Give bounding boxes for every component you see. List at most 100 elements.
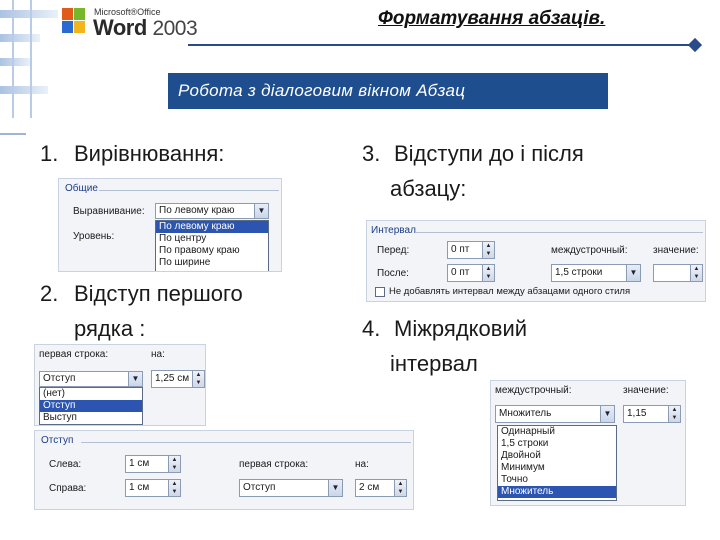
spin-arrows-icon[interactable]: ▲ ▼: [690, 265, 702, 281]
spacing-value-label: значение:: [653, 245, 699, 256]
no-spacing-same-style-checkbox[interactable]: [375, 287, 385, 297]
heading-text: Відступ першого: [74, 281, 243, 306]
spin-arrows-icon[interactable]: ▲ ▼: [394, 480, 406, 496]
level-label: Уровень:: [73, 231, 115, 242]
heading-number: 2.: [40, 281, 59, 306]
heading-number: 4.: [362, 316, 381, 341]
heading-line-spacing-cont: інтервал: [390, 351, 478, 376]
brand-word: Word: [93, 15, 147, 40]
office-logo-icon: [62, 8, 85, 33]
spin-arrows-icon[interactable]: ▲ ▼: [168, 456, 180, 472]
first-line-label: первая строка:: [39, 349, 109, 360]
first-line-options-list[interactable]: (нет) Отступ Выступ: [39, 387, 143, 425]
group-divider: [415, 232, 703, 233]
chevron-down-icon[interactable]: ▼: [600, 406, 614, 422]
spacing-dialog-fragment: Интервал Перед: 0 пт ▲ ▼ После: 0 пт ▲ ▼ м…: [366, 220, 706, 302]
spin-arrows-icon[interactable]: ▲ ▼: [192, 371, 204, 387]
spinner-value: 0 пт: [451, 244, 470, 255]
spacing-before-label: Перед:: [377, 245, 410, 256]
alignment-dropdown-value: По левому краю: [159, 205, 235, 216]
group-title-indent: Отступ: [41, 435, 74, 446]
spinner-value: 1 см: [129, 482, 150, 493]
spin-arrows-icon[interactable]: ▲ ▼: [482, 242, 494, 258]
first-line-dropdown[interactable]: Отступ ▼: [239, 479, 343, 497]
by-label: на:: [151, 349, 165, 360]
decorative-circuit-pattern: [0, 0, 58, 118]
heading-spacing-before-after: 3. Відступи до і після: [362, 140, 584, 168]
first-line-by-spinner[interactable]: 2 см ▲ ▼: [355, 479, 407, 497]
list-option[interactable]: 1,5 строки: [498, 438, 616, 450]
no-spacing-checkbox-label: Не добавлять интервал между абзацами одн…: [389, 286, 631, 297]
list-option[interactable]: Множитель: [498, 486, 616, 498]
list-option[interactable]: По центру: [156, 233, 268, 245]
heading-text: Міжрядковий: [394, 316, 528, 341]
chevron-down-icon[interactable]: ▼: [128, 372, 142, 386]
list-option[interactable]: По ширине: [156, 257, 268, 269]
heading-first-line-indent-cont: рядка :: [74, 316, 146, 341]
list-option[interactable]: Точно: [498, 474, 616, 486]
list-option[interactable]: Выступ: [40, 412, 142, 424]
spacing-before-spinner[interactable]: 0 пт ▲ ▼: [447, 241, 495, 259]
alignment-dropdown[interactable]: По левому краю ▼: [155, 203, 269, 219]
spin-arrows-icon[interactable]: ▲ ▼: [482, 265, 494, 281]
alignment-label: Выравнивание:: [73, 206, 145, 217]
brand-word-text: Word 2003: [93, 15, 198, 41]
list-option[interactable]: По левому краю: [156, 221, 268, 233]
first-line-dialog-fragment: первая строка: на: Отступ ▼ 1,25 см ▲ ▼ (…: [34, 344, 206, 426]
line-spacing-options-list[interactable]: Одинарный 1,5 строки Двойной Минимум Точ…: [497, 425, 617, 501]
first-line-dropdown[interactable]: Отступ ▼: [39, 371, 143, 387]
line-spacing-dialog-fragment: междустрочный: значение: Множитель ▼ 1,1…: [490, 380, 686, 506]
right-indent-label: Справа:: [49, 483, 87, 494]
line-spacing-label: междустрочный:: [495, 385, 572, 396]
topic-banner: Робота з діалоговим вікном Абзац: [168, 73, 608, 109]
group-divider: [81, 442, 411, 443]
list-option[interactable]: Двойной: [498, 450, 616, 462]
spin-arrows-icon[interactable]: ▲ ▼: [668, 406, 680, 422]
line-spacing-dropdown-value: Множитель: [499, 408, 552, 419]
line-spacing-dropdown-value: 1,5 строки: [555, 267, 603, 278]
list-option[interactable]: (нет): [40, 388, 142, 400]
heading-spacing-before-after-cont: абзацу:: [390, 176, 467, 201]
spinner-value: 1,15: [627, 408, 647, 419]
list-option[interactable]: Одинарный: [498, 426, 616, 438]
alignment-dialog-fragment: Общие Выравнивание: По левому краю ▼ Уро…: [58, 178, 282, 272]
chevron-down-icon[interactable]: ▼: [254, 204, 268, 218]
left-indent-spinner[interactable]: 1 см ▲ ▼: [125, 455, 181, 473]
first-line-dropdown-value: Отступ: [43, 373, 76, 384]
first-line-dropdown-value: Отступ: [243, 482, 276, 493]
spacing-value-spinner[interactable]: ▲ ▼: [653, 264, 703, 282]
first-line-by-spinner[interactable]: 1,25 см ▲ ▼: [151, 370, 205, 388]
heading-line-spacing: 4. Міжрядковий: [362, 315, 527, 343]
line-spacing-value-spinner[interactable]: 1,15 ▲ ▼: [623, 405, 681, 423]
left-decorative-rule: [0, 133, 26, 135]
title-rule-end-marker: [687, 37, 703, 53]
line-spacing-label: междустрочный:: [551, 245, 628, 256]
list-option[interactable]: Отступ: [40, 400, 142, 412]
heading-number: 3.: [362, 141, 381, 166]
chevron-down-icon[interactable]: ▼: [626, 265, 640, 281]
heading-number: 1.: [40, 141, 59, 166]
spinner-value: 2 см: [359, 482, 380, 493]
chevron-down-icon[interactable]: ▼: [328, 480, 342, 496]
heading-text: Відступи до і після: [394, 141, 584, 166]
first-line-label: первая строка:: [239, 459, 309, 470]
spinner-value: 1 см: [129, 458, 150, 469]
brand-year: 2003: [152, 17, 198, 40]
spin-arrows-icon[interactable]: ▲ ▼: [168, 480, 180, 496]
group-divider: [99, 190, 279, 191]
line-spacing-value-label: значение:: [623, 385, 669, 396]
list-option[interactable]: По правому краю: [156, 245, 268, 257]
line-spacing-dropdown[interactable]: 1,5 строки ▼: [551, 264, 641, 282]
title-underline-rule: [188, 44, 696, 46]
alignment-options-list[interactable]: По левому краю По центру По правому краю…: [155, 220, 269, 271]
spacing-after-spinner[interactable]: 0 пт ▲ ▼: [447, 264, 495, 282]
spinner-value: 0 пт: [451, 267, 470, 278]
right-indent-spinner[interactable]: 1 см ▲ ▼: [125, 479, 181, 497]
line-spacing-dropdown[interactable]: Множитель ▼: [495, 405, 615, 423]
heading-text: Вирівнювання:: [74, 141, 225, 166]
spacing-after-label: После:: [377, 268, 409, 279]
by-label: на:: [355, 459, 369, 470]
word-2003-logo: Microsoft®Office Word 2003: [60, 6, 200, 40]
list-option[interactable]: Минимум: [498, 462, 616, 474]
group-title-spacing: Интервал: [371, 225, 416, 236]
